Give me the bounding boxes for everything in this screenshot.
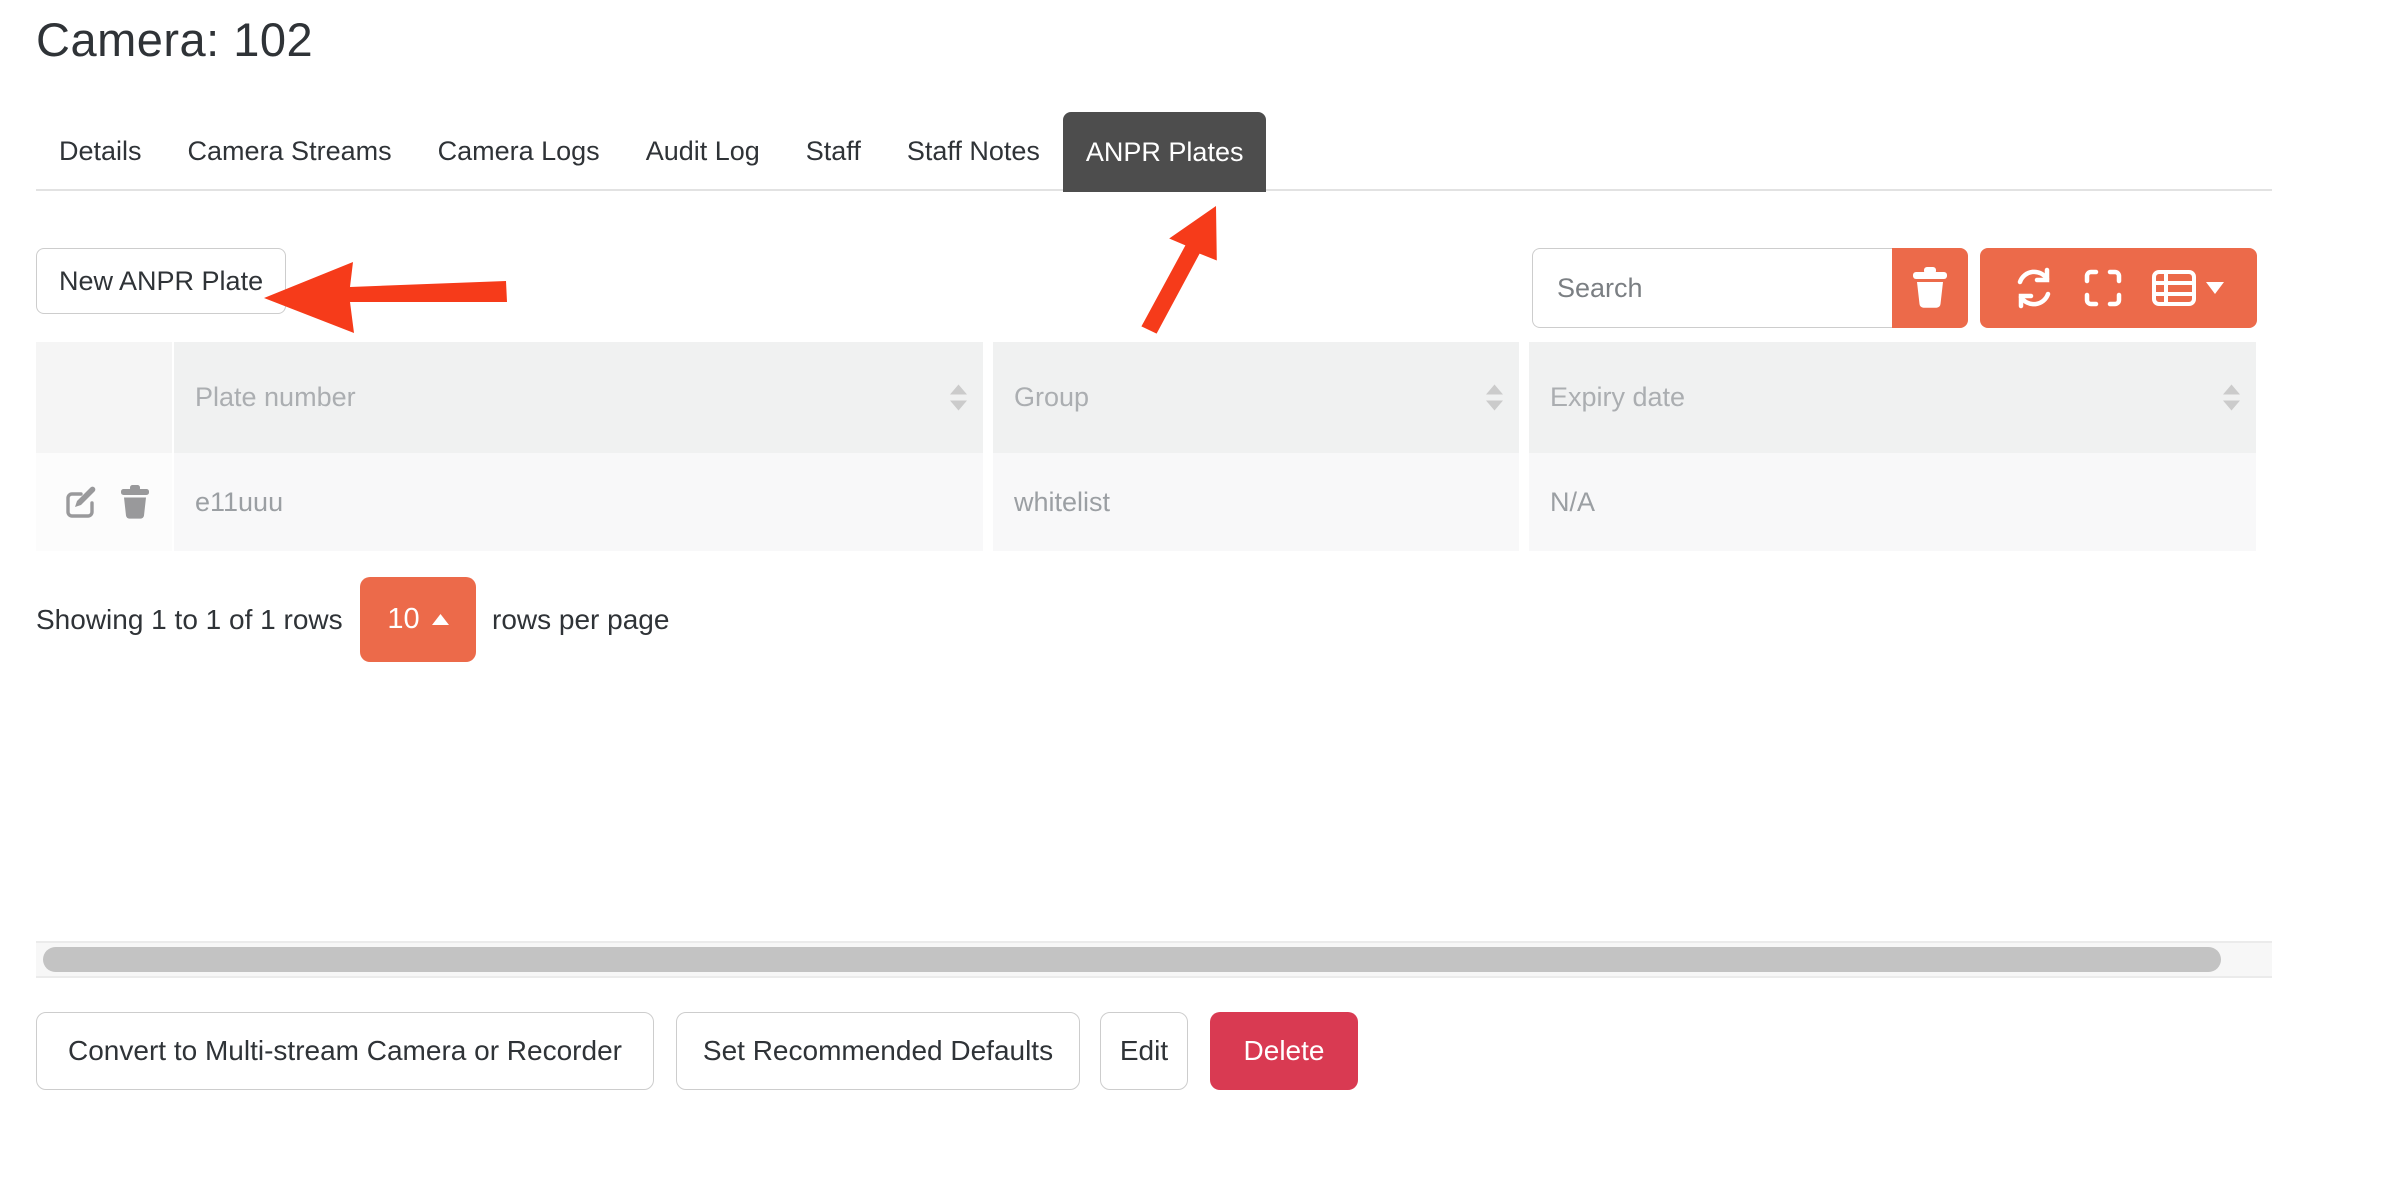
delete-camera-button[interactable]: Delete: [1210, 1012, 1358, 1090]
refresh-button[interactable]: [2013, 267, 2055, 309]
pagination-suffix: rows per page: [492, 577, 669, 662]
table-header-plate-number[interactable]: Plate number: [174, 342, 983, 453]
sort-icon: [2223, 384, 2240, 411]
tab-staff[interactable]: Staff: [783, 112, 884, 190]
trash-icon[interactable]: [120, 485, 150, 519]
table-cell-expiry-date: N/A: [1529, 453, 2256, 551]
table-header-group[interactable]: Group: [993, 342, 1519, 453]
arrow-annotation-anpr-tab: [1132, 200, 1252, 340]
table-row-actions: [36, 453, 172, 551]
clear-search-button[interactable]: [1892, 248, 1968, 328]
page-title: Camera: 102: [36, 12, 313, 67]
tab-audit-log[interactable]: Audit Log: [623, 112, 783, 190]
caret-up-icon: [432, 614, 449, 625]
refresh-icon: [2013, 267, 2055, 309]
set-recommended-defaults-button[interactable]: Set Recommended Defaults: [676, 1012, 1080, 1090]
caret-down-icon: [2206, 282, 2224, 294]
columns-card-icon: [2152, 270, 2196, 306]
fullscreen-button[interactable]: [2084, 269, 2122, 307]
horizontal-scrollbar-thumb[interactable]: [43, 947, 2221, 972]
table-header-expiry-date[interactable]: Expiry date: [1529, 342, 2256, 453]
tab-anpr-plates[interactable]: ANPR Plates: [1063, 112, 1267, 192]
table-toolbar-group: [1980, 248, 2257, 328]
columns-toggle-button[interactable]: [2152, 270, 2224, 306]
pagination-summary: Showing 1 to 1 of 1 rows: [36, 577, 343, 662]
search-input[interactable]: [1532, 248, 1892, 328]
tab-bar: Details Camera Streams Camera Logs Audit…: [36, 112, 1266, 190]
trash-icon: [1911, 267, 1949, 309]
horizontal-scrollbar-track: [36, 941, 2272, 978]
camera-detail-page: Camera: 102 Details Camera Streams Camer…: [0, 0, 2388, 1180]
arrow-annotation-new-plate: [256, 252, 512, 338]
page-size-dropdown[interactable]: 10: [360, 577, 476, 662]
new-anpr-plate-button[interactable]: New ANPR Plate: [36, 248, 286, 314]
table-cell-group: whitelist: [993, 453, 1519, 551]
convert-multistream-button[interactable]: Convert to Multi-stream Camera or Record…: [36, 1012, 654, 1090]
fullscreen-icon: [2084, 269, 2122, 307]
tab-camera-streams[interactable]: Camera Streams: [165, 112, 415, 190]
sort-icon: [950, 384, 967, 411]
tab-camera-logs[interactable]: Camera Logs: [415, 112, 623, 190]
sort-icon: [1486, 384, 1503, 411]
table-cell-plate-number: e11uuu: [174, 453, 983, 551]
edit-icon[interactable]: [64, 485, 98, 519]
table-header-actions: [36, 342, 172, 453]
tab-details[interactable]: Details: [36, 112, 165, 190]
tab-staff-notes[interactable]: Staff Notes: [884, 112, 1063, 190]
edit-camera-button[interactable]: Edit: [1100, 1012, 1188, 1090]
